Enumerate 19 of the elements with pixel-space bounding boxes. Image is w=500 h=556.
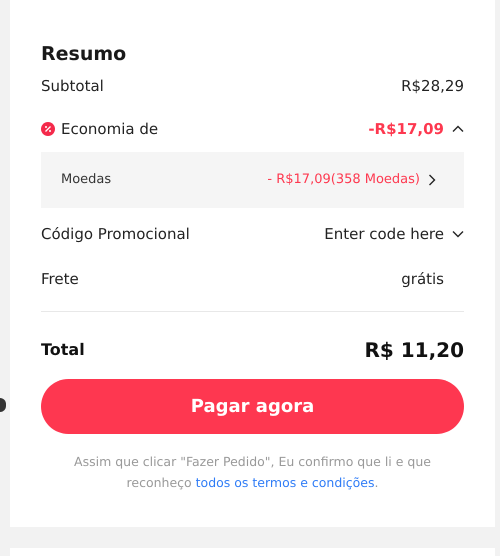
- subtotal-label: Subtotal: [41, 76, 104, 97]
- terms-link[interactable]: todos os termos e condições: [196, 475, 374, 490]
- summary-title: Resumo: [41, 42, 128, 67]
- savings-label: Economia de: [61, 118, 158, 140]
- pay-now-button[interactable]: Pagar agora: [41, 379, 464, 434]
- shipping-value: grátis: [401, 268, 445, 290]
- savings-value: -R$17,09: [368, 118, 444, 140]
- terms-text: Assim que clicar "Fazer Pedido", Eu confirmo que li e que reconheço todos os termos e condições.: [73, 453, 432, 492]
- promo-code-field[interactable]: Enter code here: [324, 222, 444, 246]
- discount-badge-icon: [41, 122, 55, 136]
- chevron-down-icon[interactable]: [452, 228, 464, 240]
- coins-value: - R$17,09(358 Moedas): [267, 171, 420, 190]
- promo-code-label: Código Promocional: [41, 224, 190, 245]
- total-label: Total: [41, 339, 85, 361]
- coins-label: Moedas: [61, 171, 112, 190]
- shipping-label: Frete: [41, 268, 79, 290]
- subtotal-value: R$28,29: [401, 76, 464, 97]
- total-value: R$ 11,20: [364, 337, 464, 364]
- chevron-right-icon[interactable]: [426, 174, 438, 186]
